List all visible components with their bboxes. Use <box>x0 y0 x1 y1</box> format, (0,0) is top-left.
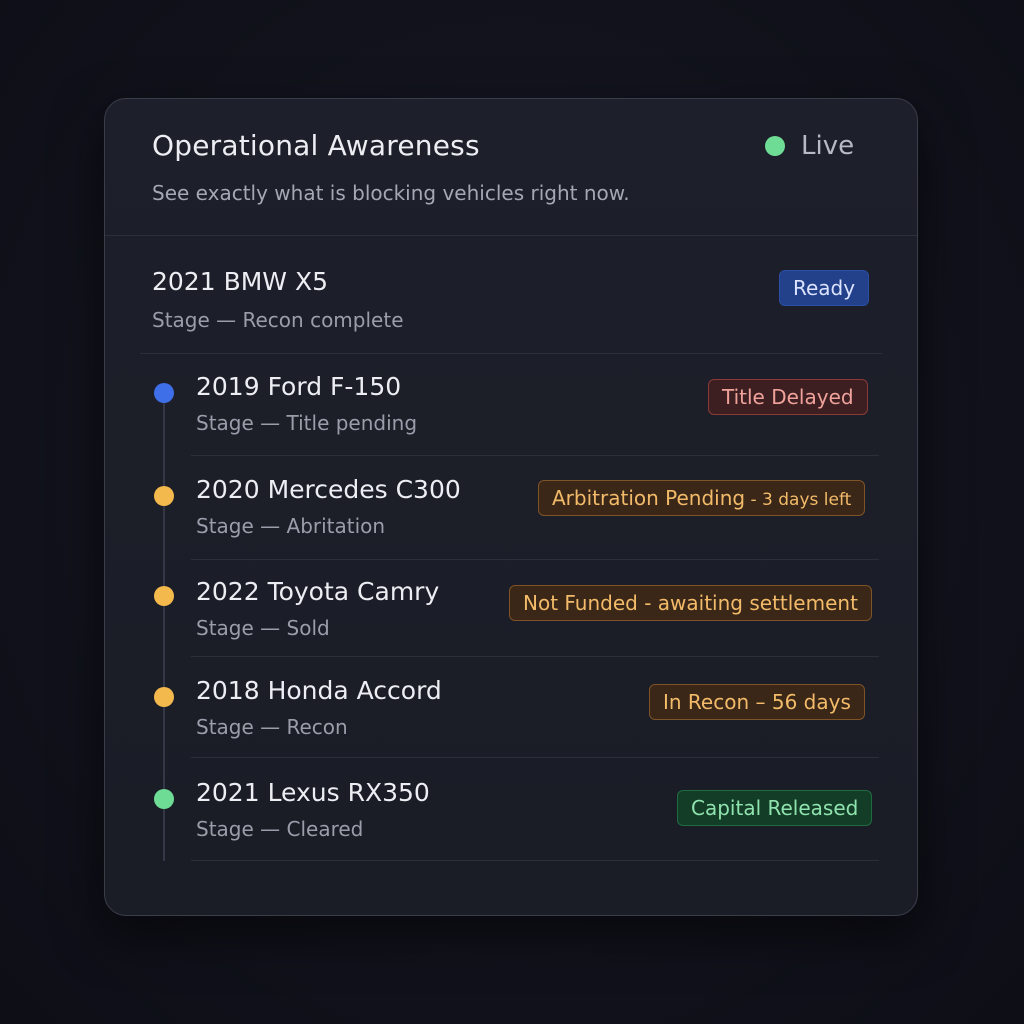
status-badge-not-funded: Not Funded - awaiting settlement <box>509 585 872 621</box>
status-badge-arbitration-pending: Arbitration Pending - 3 days left <box>538 480 866 516</box>
timeline-dot-amber <box>154 486 174 506</box>
row-divider <box>191 656 879 657</box>
vehicle-item-toyota-camry[interactable]: 2022 Toyota Camry Stage — Sold <box>196 577 439 640</box>
vehicle-stage: Stage — Abritation <box>196 514 386 538</box>
live-indicator-dot <box>765 136 785 156</box>
vehicle-item-ford-f150[interactable]: 2019 Ford F-150 Stage — Title pending <box>196 372 417 435</box>
timeline-dot-amber <box>154 586 174 606</box>
vehicle-stage: Stage — Sold <box>196 616 330 640</box>
vehicle-name: 2022 Toyota Camry <box>196 577 440 606</box>
vehicle-name: 2021 BMW X5 <box>152 267 328 296</box>
vehicle-item-bmw-x5[interactable]: 2021 BMW X5 Stage — Recon complete <box>152 267 404 332</box>
header-divider <box>105 235 917 236</box>
badge-main-text: Arbitration Pending <box>552 486 746 510</box>
vehicle-item-lexus-rx350[interactable]: 2021 Lexus RX350 Stage — Cleared <box>196 778 430 841</box>
row-divider <box>191 757 879 758</box>
card-title: Operational Awareness <box>152 129 480 162</box>
card-subtitle: See exactly what is blocking vehicles ri… <box>152 181 630 205</box>
vehicle-name: 2020 Mercedes C300 <box>196 475 461 504</box>
status-badge-capital-released: Capital Released <box>677 790 873 826</box>
status-badge-in-recon: In Recon – 56 days <box>649 684 865 720</box>
vehicle-item-mercedes-c300[interactable]: 2020 Mercedes C300 Stage — Abritation <box>196 475 461 538</box>
operational-awareness-card: Operational Awareness See exactly what i… <box>104 98 918 916</box>
row-divider <box>191 860 879 861</box>
timeline-dot-blue <box>154 383 174 403</box>
timeline-dot-green <box>154 789 174 809</box>
vehicle-stage: Stage — Recon complete <box>152 308 404 332</box>
vehicle-stage: Stage — Cleared <box>196 817 364 841</box>
vehicle-name: 2019 Ford F-150 <box>196 372 402 401</box>
vehicle-item-honda-accord[interactable]: 2018 Honda Accord Stage — Recon <box>196 676 442 739</box>
vehicle-name: 2018 Honda Accord <box>196 676 442 705</box>
status-badge-title-delayed: Title Delayed <box>708 379 868 415</box>
vehicle-stage: Stage — Recon <box>196 715 348 739</box>
row-divider <box>140 353 882 354</box>
row-divider <box>191 559 879 560</box>
live-status: Live <box>765 131 854 161</box>
live-status-label: Live <box>801 131 855 161</box>
vehicle-name: 2021 Lexus RX350 <box>196 778 430 807</box>
timeline-dot-amber <box>154 687 174 707</box>
vehicle-stage: Stage — Title pending <box>196 411 418 435</box>
status-badge-ready: Ready <box>779 270 870 306</box>
badge-detail-text: - 3 days left <box>745 490 852 510</box>
row-divider <box>191 455 879 456</box>
